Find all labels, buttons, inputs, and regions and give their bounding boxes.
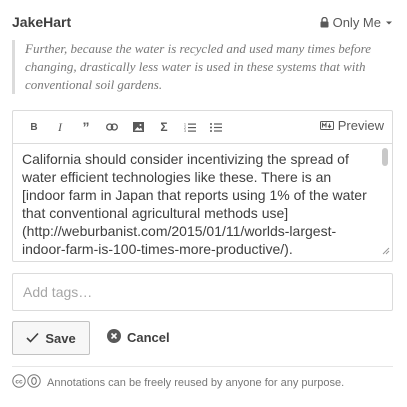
numbered-list-button[interactable]: 123 (177, 114, 203, 140)
privacy-label: Only Me (332, 15, 381, 30)
numbered-list-icon: 123 (184, 122, 196, 132)
annotation-quote: Further, because the water is recycled a… (12, 40, 393, 94)
resize-handle-icon[interactable] (382, 242, 390, 260)
quote-button[interactable]: ” (73, 114, 99, 140)
svg-text:cc: cc (15, 379, 23, 386)
annotation-header: JakeHart Only Me (12, 12, 393, 32)
checkmark-icon (26, 331, 39, 346)
privacy-dropdown[interactable]: Only Me (320, 15, 393, 30)
annotation-textarea-container: California should consider incentivizing… (13, 144, 392, 262)
license-text: Annotations can be freely reused by anyo… (47, 376, 345, 389)
annotation-textarea[interactable]: California should consider incentivizing… (13, 144, 392, 258)
bullet-list-icon (210, 122, 222, 132)
italic-button[interactable]: I (47, 114, 73, 140)
bold-button[interactable]: B (21, 114, 47, 140)
cancel-label: Cancel (127, 330, 170, 345)
license-notice: cc Annotations can be freely reused by a… (12, 374, 344, 391)
save-button[interactable]: Save (12, 321, 90, 355)
lock-icon (320, 17, 329, 28)
username[interactable]: JakeHart (12, 14, 71, 30)
svg-text:3: 3 (184, 129, 186, 132)
link-button[interactable] (99, 114, 125, 140)
bullet-list-button[interactable] (203, 114, 229, 140)
link-icon (106, 123, 118, 131)
math-button[interactable]: Σ (151, 114, 177, 140)
preview-label: Preview (337, 118, 384, 133)
image-icon (132, 122, 144, 132)
tags-input[interactable]: Add tags… (12, 273, 393, 311)
caret-down-icon (385, 20, 393, 26)
markdown-icon (319, 118, 334, 133)
cancel-icon (107, 329, 121, 346)
cancel-button[interactable]: Cancel (107, 329, 170, 346)
preview-toggle[interactable]: Preview (319, 118, 384, 133)
creative-commons-icon[interactable]: cc (12, 374, 42, 391)
editor-toolbar: B I ” Σ 123 Preview (13, 111, 392, 144)
save-label: Save (45, 330, 76, 346)
image-button[interactable] (125, 114, 151, 140)
markdown-editor: B I ” Σ 123 Preview California should co… (12, 110, 393, 262)
footer-divider (12, 366, 393, 367)
textarea-scrollbar[interactable] (382, 148, 388, 166)
